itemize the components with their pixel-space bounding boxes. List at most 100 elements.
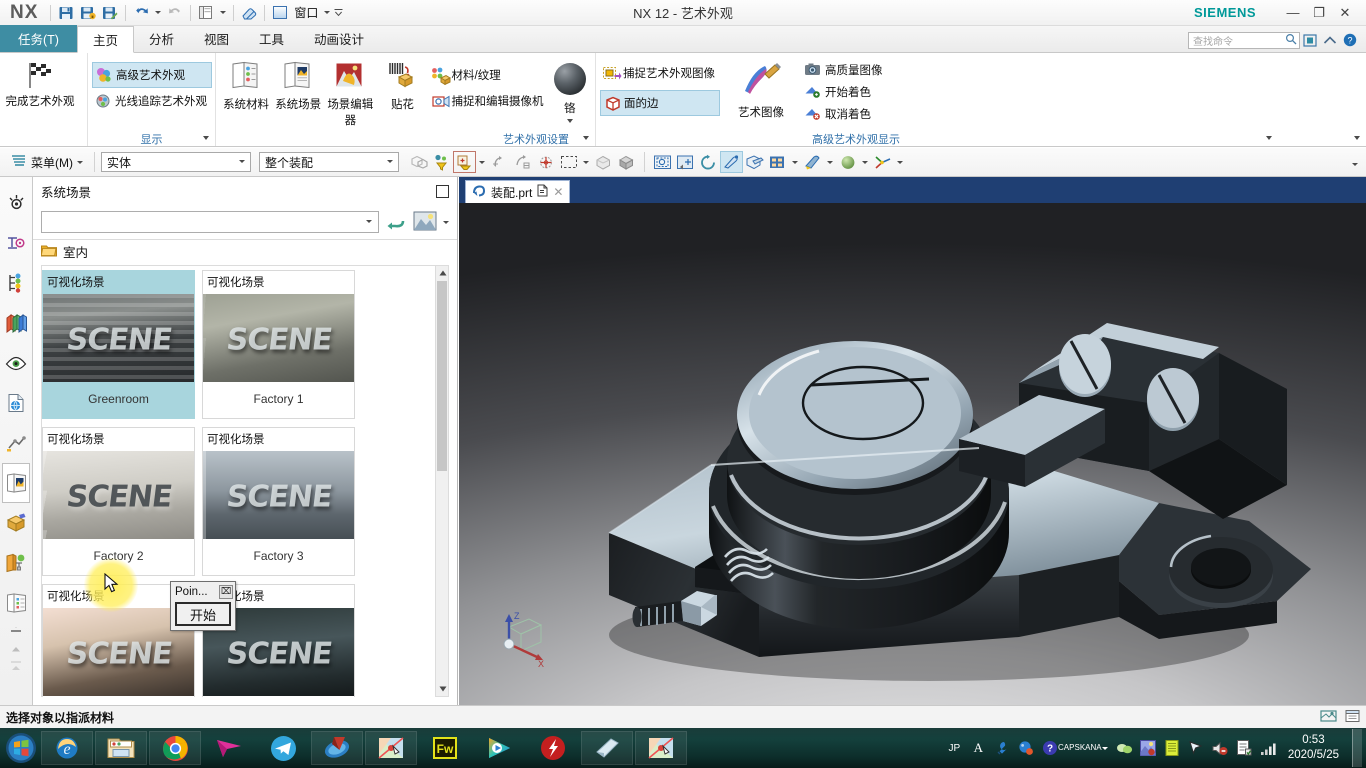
decal-button[interactable]: 贴花 — [376, 56, 428, 112]
advanced-studio-button[interactable]: 高级艺术外观 — [92, 62, 212, 88]
tray-picture-icon[interactable] — [1140, 740, 1157, 757]
rail-item-view-manager[interactable] — [2, 343, 30, 383]
tray-ime-a[interactable]: A — [970, 740, 987, 757]
selection-filter-dropdown-icon[interactable] — [476, 151, 488, 173]
system-scenes-button[interactable]: 系统场景 — [272, 56, 324, 112]
tray-tool-icon[interactable] — [994, 740, 1011, 757]
show-desktop-button[interactable] — [1352, 729, 1362, 767]
tray-network-icon[interactable] — [1260, 740, 1277, 757]
tray-chat-icon[interactable] — [1116, 740, 1133, 757]
taskbar-chrome[interactable] — [149, 731, 201, 765]
scrollbar-down-button[interactable] — [436, 682, 450, 696]
rail-scroll-down-icon[interactable] — [2, 641, 30, 657]
tab-task[interactable]: 任务(T) — [0, 25, 77, 52]
rotate-view-icon[interactable] — [697, 151, 720, 173]
taskbar-nx-window[interactable] — [581, 731, 633, 765]
chrome-material-dropdown-icon[interactable] — [566, 119, 573, 123]
taskbar-media-player[interactable] — [473, 731, 525, 765]
render-style-icon[interactable] — [766, 151, 789, 173]
start-shading-button[interactable]: 开始着色 — [802, 81, 888, 103]
scene-editor-button[interactable]: 场景编辑器 — [324, 56, 376, 128]
rail-item-constraint-navigator[interactable] — [2, 223, 30, 263]
taskbar-flash[interactable] — [527, 731, 579, 765]
scene-group-header[interactable]: 室内 — [33, 239, 457, 263]
fit-view-icon[interactable] — [651, 151, 674, 173]
ribbon-overflow-icon[interactable] — [1354, 136, 1360, 140]
snap-curve-icon[interactable] — [511, 151, 534, 173]
selection-toolbar-overflow-icon[interactable] — [1352, 163, 1358, 166]
studio-settings-dialog-launcher-icon[interactable] — [583, 136, 589, 140]
rail-item-part-navigator[interactable] — [2, 263, 30, 303]
document-tab-close[interactable]: ✕ — [553, 185, 563, 199]
start-button[interactable]: 开始 — [175, 602, 231, 626]
help-icon[interactable]: ? — [1340, 31, 1360, 49]
refresh-icon[interactable] — [385, 211, 407, 234]
wcs-icon[interactable] — [871, 151, 894, 173]
taskbar-file-explorer[interactable] — [95, 731, 147, 765]
scene-card-factory-2[interactable]: 可视化场景 SCENE Factory 2 — [42, 427, 195, 576]
display-dialog-launcher-icon[interactable] — [203, 136, 209, 140]
graphics-viewport[interactable]: Z X — [459, 203, 1366, 705]
screen-capture-icon[interactable] — [1320, 709, 1337, 726]
tray-notepad-icon[interactable] — [1164, 740, 1181, 757]
menu-dropdown-icon[interactable] — [77, 160, 83, 164]
assembly-filter-icon[interactable] — [407, 151, 430, 173]
tray-ime-palette-icon[interactable] — [1018, 740, 1035, 757]
view-layout-icon[interactable] — [743, 151, 766, 173]
view-mode-dropdown-icon[interactable] — [443, 220, 449, 224]
search-icon[interactable] — [1285, 33, 1297, 48]
rail-item-system-material[interactable] — [2, 503, 30, 543]
tray-kana-dropdown-icon[interactable] — [1101, 740, 1109, 757]
material-texture-button[interactable]: 材料/纹理 — [429, 62, 549, 88]
tab-animation-design[interactable]: 动画设计 — [299, 25, 379, 52]
scope-filter-select[interactable]: 整个装配 — [259, 152, 399, 172]
tray-action-center-icon[interactable] — [1236, 740, 1253, 757]
shaded-cube-icon[interactable] — [615, 151, 638, 173]
search-input[interactable]: 查找命令 — [1188, 31, 1300, 49]
rectangle-select-icon[interactable] — [557, 151, 580, 173]
capture-edit-camera-button[interactable]: 捕捉和编辑摄像机 — [429, 88, 549, 114]
scene-card-factory-3[interactable]: 可视化场景 SCENE Factory 3 — [202, 427, 355, 576]
scrollbar-thumb[interactable] — [437, 281, 447, 471]
rail-item-assembly-navigator[interactable] — [2, 183, 30, 223]
tab-analysis[interactable]: 分析 — [134, 25, 189, 52]
rail-item-web-browser[interactable] — [2, 383, 30, 423]
rail-item-roles[interactable] — [2, 543, 30, 583]
high-quality-image-button[interactable]: 高质量图像 — [802, 59, 888, 81]
scene-thumbnail-grid[interactable]: 可视化场景 SCENE Greenroom 可视化场景 SCENE Factor… — [41, 265, 441, 697]
scene-card-factory-1[interactable]: 可视化场景 SCENE Factory 1 — [202, 270, 355, 419]
render-style-dropdown-icon[interactable] — [789, 151, 801, 173]
scene-card-greenroom[interactable]: 可视化场景 SCENE Greenroom — [42, 270, 195, 419]
window-info-icon[interactable] — [1345, 709, 1360, 726]
start-orb-icon[interactable] — [2, 731, 40, 765]
tray-caps-kana[interactable]: CAPS KANA — [1058, 740, 1102, 757]
thumbnail-view-icon[interactable] — [413, 211, 437, 234]
raytrace-studio-button[interactable]: 光线追踪艺术外观 — [92, 88, 212, 114]
rail-scroll-up-icon[interactable] — [2, 623, 30, 641]
chrome-material-button[interactable]: 铬 — [549, 56, 591, 123]
scene-sphere-dropdown-icon[interactable] — [859, 151, 871, 173]
tab-tools[interactable]: 工具 — [244, 25, 299, 52]
snap-point-icon[interactable] — [488, 151, 511, 173]
taskbar-fireworks[interactable]: Fw — [419, 731, 471, 765]
scene-search-dropdown-icon[interactable] — [366, 220, 372, 223]
document-tab-assembly[interactable]: 装配.prt ✕ — [465, 180, 571, 203]
panel-pin-button[interactable] — [436, 184, 449, 198]
scene-panel-scrollbar[interactable] — [435, 265, 449, 697]
tab-view[interactable]: 视图 — [189, 25, 244, 52]
type-filter-select[interactable]: 实体 — [101, 152, 251, 172]
rail-item-system-scene[interactable] — [2, 463, 30, 503]
taskbar-telegram[interactable] — [257, 731, 309, 765]
feature-filter-icon[interactable] — [430, 151, 453, 173]
taskbar-clock[interactable]: 0:53 2020/5/25 — [1284, 733, 1345, 763]
finish-studio-button[interactable]: 完成艺术外观 — [4, 56, 76, 109]
scene-sphere-icon[interactable] — [836, 151, 859, 173]
system-materials-button[interactable]: 系统材料 — [220, 56, 272, 112]
rectangle-select-dropdown-icon[interactable] — [580, 151, 592, 173]
tray-volume-muted-icon[interactable] — [1212, 740, 1229, 757]
rail-item-reuse-library[interactable] — [2, 303, 30, 343]
taskbar-arrow-app[interactable] — [203, 731, 255, 765]
tray-help-icon[interactable]: ? — [1042, 740, 1059, 757]
taskbar-snip-tool-2[interactable] — [635, 731, 687, 765]
menu-button[interactable]: 菜单(M) — [6, 152, 88, 173]
